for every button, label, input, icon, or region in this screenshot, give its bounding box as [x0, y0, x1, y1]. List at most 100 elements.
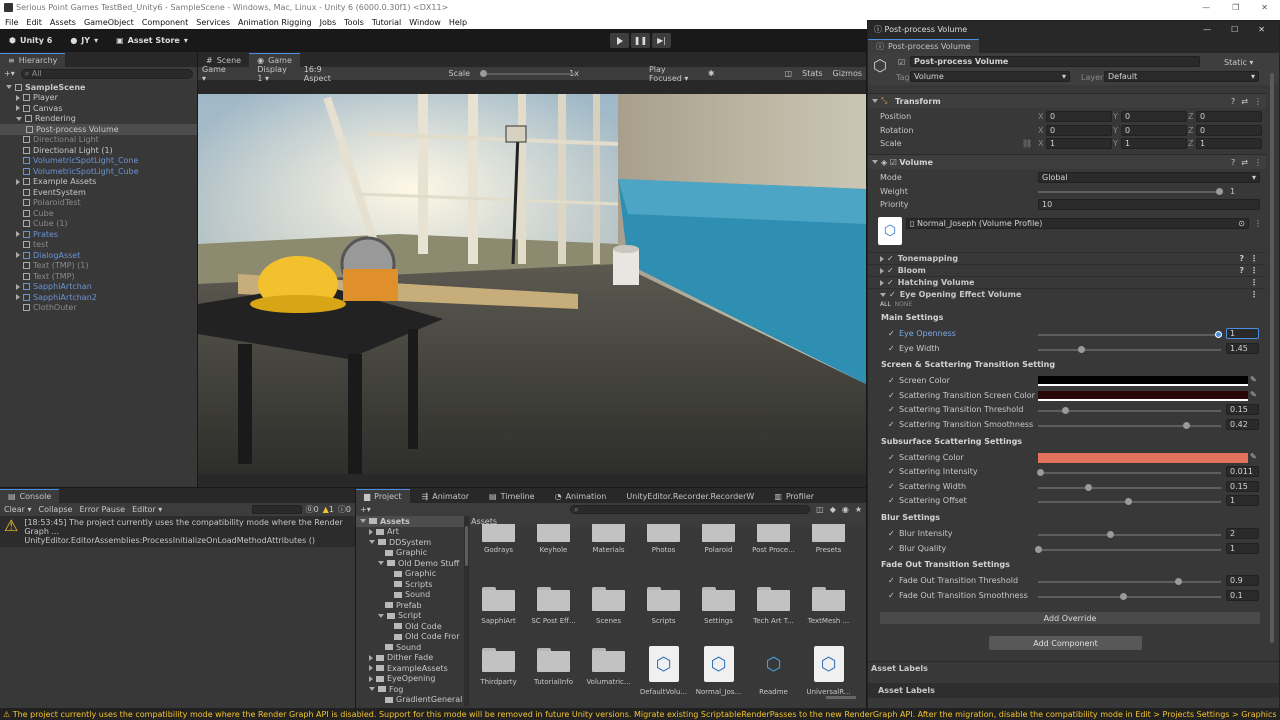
override-item[interactable]: ✓ Eye Opening Effect Volume ⋮ [868, 288, 1266, 300]
kebab-menu-icon[interactable]: ⋮ [1250, 254, 1258, 263]
transform-header[interactable]: ⤡ Transform ? ⇄ ⋮ [868, 93, 1266, 108]
menu-file[interactable]: File [5, 18, 18, 27]
slider-knob[interactable] [1107, 531, 1114, 538]
console-message-row[interactable]: ⚠ [18:53:45] The project currently uses … [0, 516, 355, 547]
setting-slider[interactable] [1038, 343, 1224, 356]
expand-arrow-icon[interactable] [378, 613, 384, 618]
folder-tree-item[interactable]: Old Code [356, 621, 464, 632]
asset-item[interactable]: Polaroid [691, 524, 746, 554]
warning-count-toggle[interactable]: ▲1 [323, 505, 334, 514]
color-swatch[interactable] [1038, 376, 1248, 387]
pause-button[interactable]: ❚❚ [631, 33, 650, 48]
transform-position-y-field[interactable]: 0 [1121, 111, 1187, 122]
asset-item[interactable]: SC Post Eff... [526, 585, 581, 625]
console-search-input[interactable] [251, 505, 302, 514]
kebab-menu-icon[interactable]: ⋮ [1250, 266, 1258, 275]
maximize-icon[interactable]: ☐ [1231, 25, 1238, 34]
tab-console[interactable]: ▤ Console [0, 489, 60, 503]
transform-rotation-y-field[interactable]: 0 [1121, 124, 1187, 136]
setting-slider[interactable] [1038, 590, 1224, 603]
transform-scale-y-field[interactable]: 1 [1121, 138, 1187, 149]
clear-button[interactable]: Clear ▾ [4, 505, 31, 514]
close-icon[interactable]: ✕ [1258, 25, 1265, 34]
folder-tree-item[interactable]: Prefab [356, 600, 464, 611]
setting-value-field[interactable]: 1 [1226, 542, 1259, 554]
tag-dropdown[interactable]: Volume ▾ [910, 71, 1070, 82]
menu-component[interactable]: Component [142, 18, 188, 27]
folder-tree-item[interactable]: GradientGeneral [356, 695, 464, 706]
folder-tree-item[interactable]: Assets [356, 516, 464, 527]
add-icon[interactable]: +▾ [4, 69, 15, 78]
override-toggle-checkbox[interactable]: ✓ [888, 405, 895, 414]
hierarchy-item[interactable]: Text (TMP) [0, 271, 197, 282]
star-icon[interactable]: ★ [855, 505, 862, 514]
layer-dropdown[interactable]: Default ▾ [1104, 71, 1259, 82]
hierarchy-item[interactable]: VolumetricSpotLight_Cone [0, 156, 197, 167]
hierarchy-item[interactable]: SampleScene [0, 82, 197, 93]
asset-item[interactable]: TextMesh ... [801, 585, 856, 625]
hierarchy-item[interactable]: SapphiArtchan2 [0, 292, 197, 303]
profile-object-field[interactable]: ▯ Normal_Joseph (Volume Profile) ⊙ [906, 218, 1249, 229]
expand-arrow-icon[interactable] [880, 267, 884, 274]
override-toggle-checkbox[interactable]: ✓ [888, 420, 895, 429]
tab-profiler[interactable]: ▥ Profiler [766, 489, 822, 503]
asset-item[interactable]: ⬡ Normal_Jos... [691, 646, 746, 696]
asset-item[interactable]: ⬡ DefaultVolu... [636, 646, 691, 696]
kebab-menu-icon[interactable]: ⋮ [1254, 158, 1262, 167]
tab-animation[interactable]: ◔ Animation [547, 489, 615, 503]
override-checkbox[interactable]: ✓ [887, 278, 894, 287]
asset-item[interactable]: Materials [581, 524, 636, 554]
expand-arrow-icon[interactable] [16, 105, 20, 112]
kebab-menu-icon[interactable]: ⋮ [1254, 219, 1262, 228]
transform-rotation-z-field[interactable]: 0 [1196, 124, 1262, 136]
setting-slider[interactable] [1038, 528, 1224, 541]
hierarchy-item[interactable]: Text (TMP) (1) [0, 261, 197, 272]
bug-icon[interactable]: ✱ [708, 69, 715, 78]
folder-tree-item[interactable]: Sound [356, 642, 464, 653]
expand-arrow-icon[interactable] [369, 665, 373, 672]
slider-knob[interactable] [1175, 578, 1183, 586]
hierarchy-item[interactable]: DialogAsset [0, 250, 197, 261]
menu-tools[interactable]: Tools [344, 18, 364, 27]
setting-slider[interactable] [1038, 328, 1224, 341]
asset-item[interactable]: Settings [691, 585, 746, 625]
transform-scale-x-field[interactable]: 1 [1046, 138, 1112, 149]
expand-arrow-icon[interactable] [16, 178, 20, 185]
override-toggle-checkbox[interactable]: ✓ [888, 591, 895, 600]
inspector-scrollbar[interactable] [1268, 71, 1276, 651]
hierarchy-item[interactable]: ClothOuter [0, 303, 197, 314]
scale-slider[interactable] [480, 67, 575, 80]
folder-tree-item[interactable]: EyeOpening [356, 674, 464, 685]
help-icon[interactable]: ? [1231, 158, 1235, 167]
expand-arrow-icon[interactable] [369, 540, 375, 545]
override-toggle-checkbox[interactable]: ✓ [888, 329, 895, 338]
slider-knob[interactable] [1215, 331, 1222, 338]
tab-project[interactable]: ▆ Project [356, 489, 410, 503]
menu-animation-rigging[interactable]: Animation Rigging [238, 18, 312, 27]
setting-slider[interactable] [1038, 575, 1224, 588]
account-button[interactable]: ● JY ▾ [65, 33, 103, 48]
asset-item[interactable]: Tech Art T... [746, 585, 801, 625]
expand-arrow-icon[interactable] [369, 687, 375, 692]
override-toggle-checkbox[interactable]: ✓ [888, 496, 895, 505]
mute-icon[interactable]: ◫ [785, 69, 793, 78]
slider-knob[interactable] [1125, 498, 1132, 506]
editor-dropdown[interactable]: Editor ▾ [132, 505, 162, 514]
expand-arrow-icon[interactable] [378, 561, 384, 566]
hierarchy-item[interactable]: Example Assets [0, 177, 197, 188]
menu-services[interactable]: Services [196, 18, 230, 27]
folder-tree-item[interactable]: Scripts [356, 579, 464, 590]
hierarchy-item[interactable]: Rendering [0, 114, 197, 125]
asset-item[interactable]: TutorialInfo [526, 646, 581, 686]
folder-tree-item[interactable]: Old Code Fror [356, 632, 464, 643]
none-button[interactable]: NONE [895, 301, 913, 308]
override-toggle-checkbox[interactable]: ✓ [888, 529, 895, 538]
override-checkbox[interactable]: ✓ [889, 290, 896, 299]
filter-label-icon[interactable]: ◆ [830, 505, 836, 514]
help-icon[interactable]: ? [1239, 266, 1244, 275]
menu-gameobject[interactable]: GameObject [84, 18, 134, 27]
hierarchy-item[interactable]: VolumetricSpotLight_Cube [0, 166, 197, 177]
kebab-menu-icon[interactable]: ⋮ [1250, 278, 1258, 287]
transform-rotation-x-field[interactable]: 0 [1046, 124, 1112, 136]
folder-tree-item[interactable]: Graphic [356, 548, 464, 559]
